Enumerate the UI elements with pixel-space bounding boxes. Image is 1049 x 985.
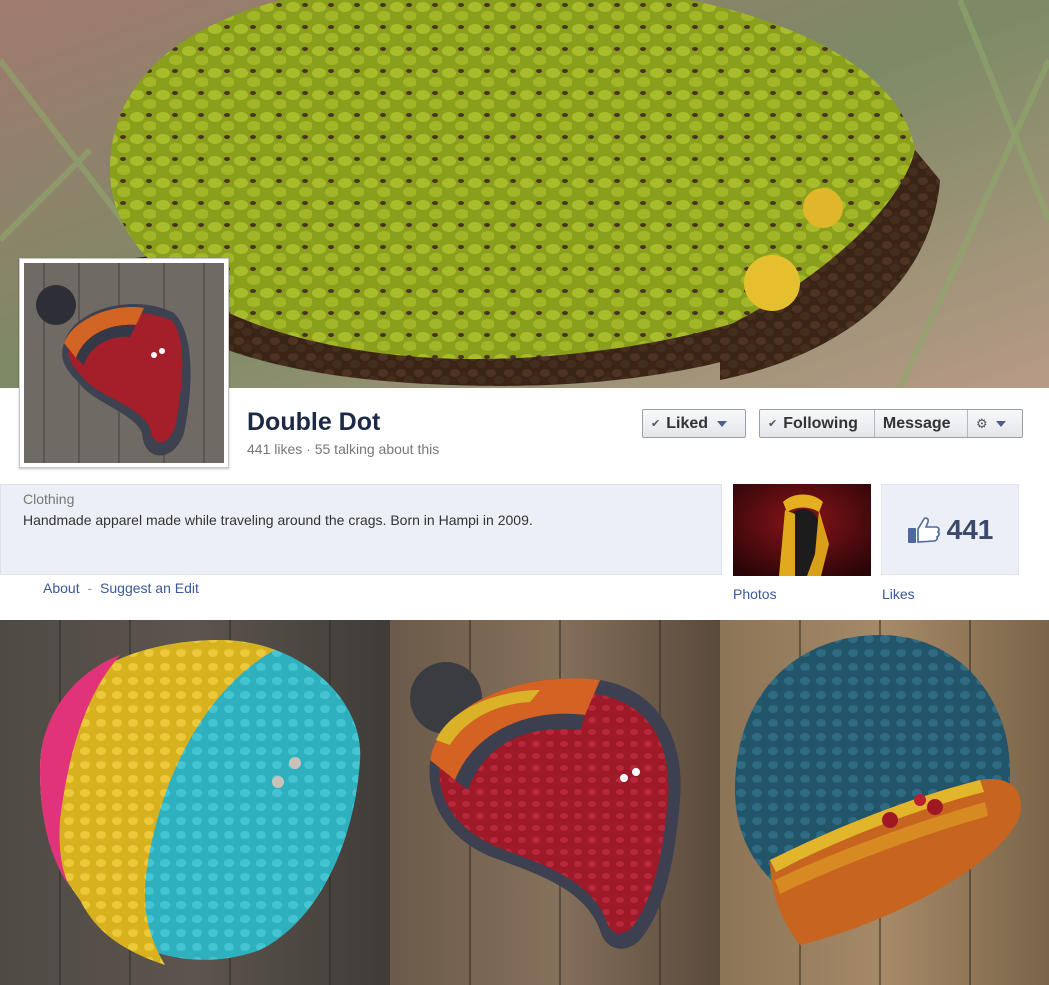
profile-picture[interactable] [19,258,229,468]
page-description: Handmade apparel made while traveling ar… [23,512,533,528]
photos-app-label[interactable]: Photos [733,586,777,602]
check-icon: ✔ [651,418,661,430]
page-category: Clothing [23,491,75,507]
page-actions-group: ✔ Following Message ⚙ [759,409,1023,438]
photos-image [733,484,871,576]
page-stats: 441 likes · 55 talking about this [247,441,439,457]
settings-menu-button[interactable]: ⚙ [966,410,1022,437]
likes-app-label[interactable]: Likes [882,586,915,602]
talking-text: 55 talking about this [314,441,440,457]
featured-banner-image [0,620,1049,985]
thumbs-up-icon [907,516,940,543]
message-button[interactable]: Message [873,410,967,437]
liked-segment[interactable]: ✔ Liked [643,410,735,437]
chevron-down-icon [995,420,1006,427]
about-links: About - Suggest an Edit [43,580,199,596]
page-title: Double Dot [247,408,381,436]
message-label: Message [882,414,951,432]
stats-separator: · [306,441,311,457]
about-link[interactable]: About [43,580,80,596]
photos-app-thumbnail[interactable] [733,484,871,576]
suggest-edit-link[interactable]: Suggest an Edit [100,580,199,596]
likes-app-box[interactable]: 441 [881,484,1019,575]
liked-label: Liked [666,414,709,432]
liked-button[interactable]: ✔ Liked [642,409,746,438]
likes-count: 441 [946,513,994,545]
likes-text: 441 likes [247,441,303,457]
chevron-down-icon [717,420,728,427]
about-box [0,484,722,575]
profile-image [24,263,224,463]
check-icon: ✔ [768,418,778,430]
gear-icon: ⚙ [975,415,988,431]
banner-image [0,620,1049,985]
following-label: Following [783,414,858,432]
following-button[interactable]: ✔ Following [760,410,874,437]
link-separator: - [87,580,93,596]
